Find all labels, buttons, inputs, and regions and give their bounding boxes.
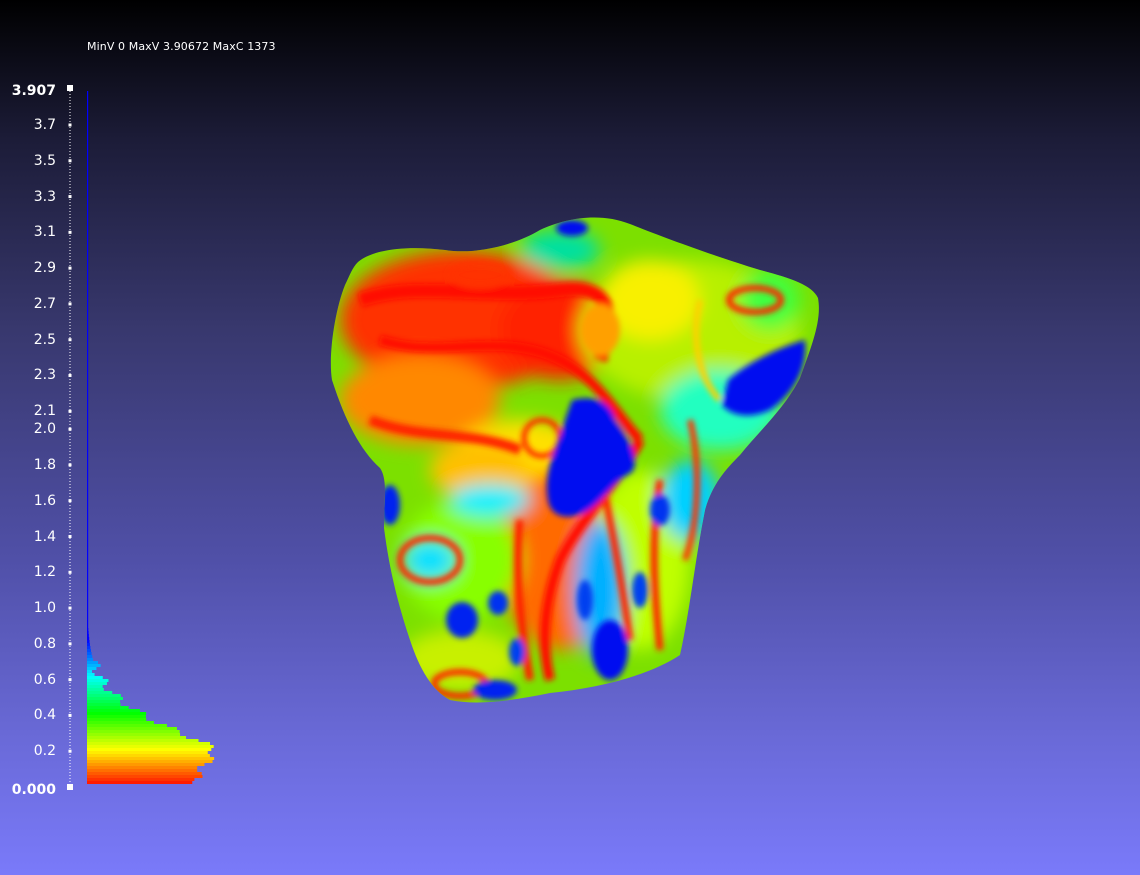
3d-viewport[interactable]: MinV 0 MaxV 3.90672 MaxC 1373 3.907 0.000… (0, 0, 1140, 875)
mesh-surface (330, 217, 819, 703)
scalar-colored-mesh[interactable] (0, 0, 1140, 875)
